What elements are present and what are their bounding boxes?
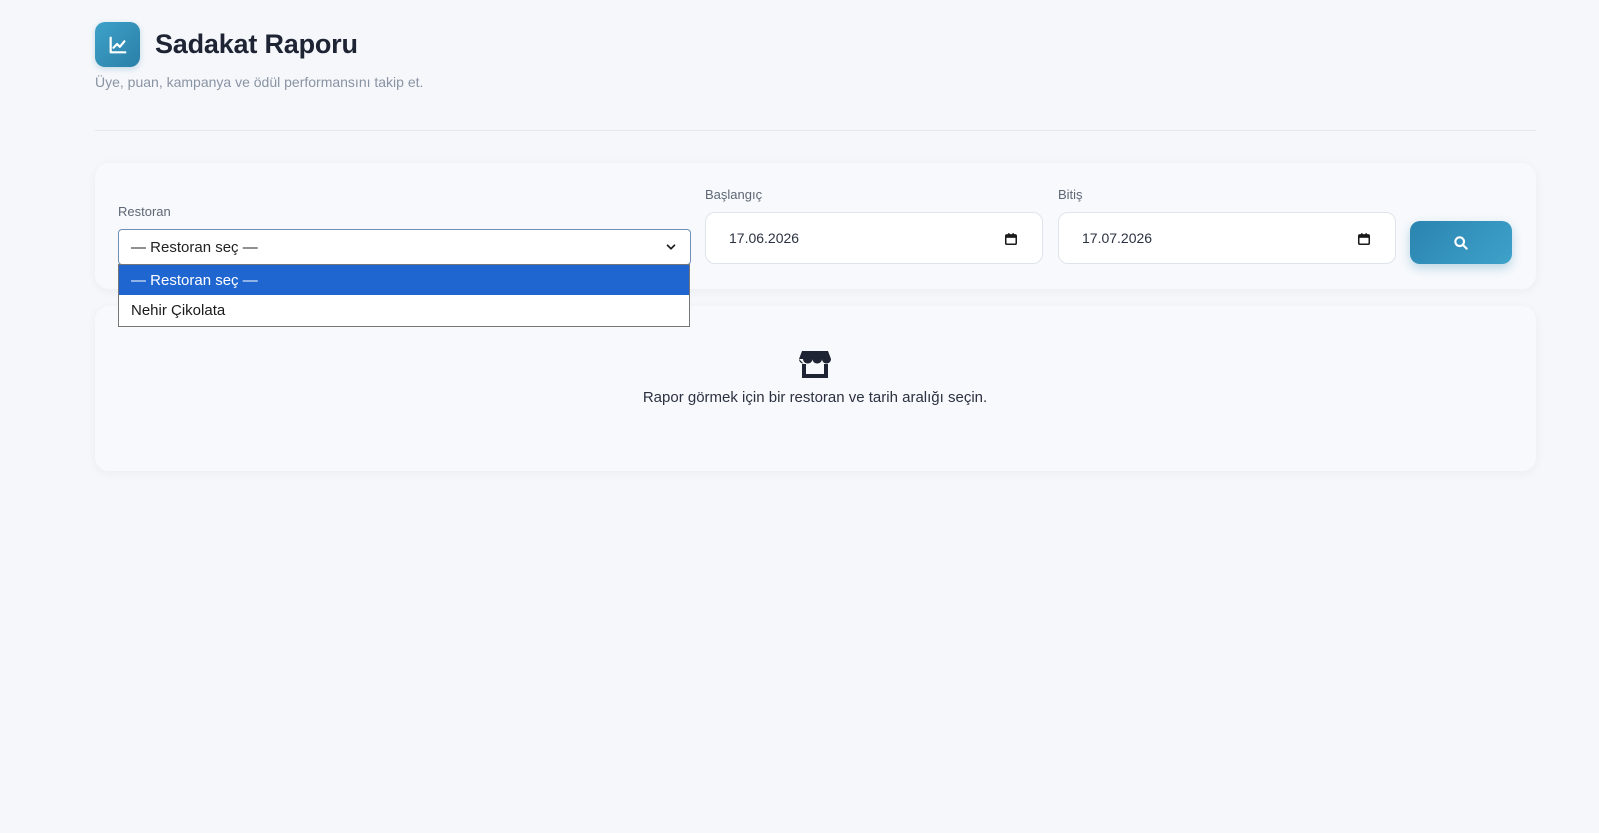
end-date-label: Bitiş bbox=[1058, 187, 1083, 202]
restaurant-dropdown-list: — Restoran seç — Nehir Çikolata bbox=[118, 264, 690, 327]
search-button[interactable] bbox=[1410, 221, 1512, 264]
calendar-icon[interactable] bbox=[1004, 232, 1018, 246]
empty-state-message: Rapor görmek için bir restoran ve tarih … bbox=[642, 389, 988, 406]
start-date-value: 17.06.2026 bbox=[729, 230, 800, 246]
report-logo bbox=[95, 22, 140, 67]
end-date-input[interactable]: 17.07.2026 bbox=[1058, 212, 1396, 264]
start-date-input[interactable]: 17.06.2026 bbox=[705, 212, 1043, 264]
restaurant-label: Restoran bbox=[118, 204, 171, 219]
dropdown-option-nehir-cikolata[interactable]: Nehir Çikolata bbox=[119, 295, 689, 325]
header-divider bbox=[95, 130, 1536, 131]
page-subtitle: Üye, puan, kampanya ve ödül performansın… bbox=[95, 74, 424, 90]
store-icon bbox=[799, 351, 831, 378]
start-date-label: Başlangıç bbox=[705, 187, 763, 202]
calendar-icon[interactable] bbox=[1357, 232, 1371, 246]
chart-line-icon bbox=[109, 36, 126, 53]
end-date-value: 17.07.2026 bbox=[1082, 230, 1153, 246]
page: Sadakat Raporu Üye, puan, kampanya ve öd… bbox=[0, 0, 1599, 833]
restaurant-select-value: — Restoran seç — bbox=[131, 238, 258, 256]
restaurant-select[interactable]: — Restoran seç — bbox=[118, 229, 691, 265]
search-icon bbox=[1454, 235, 1468, 250]
dropdown-option-placeholder[interactable]: — Restoran seç — bbox=[119, 265, 689, 295]
chevron-down-icon bbox=[666, 244, 676, 250]
page-title: Sadakat Raporu bbox=[155, 29, 358, 59]
